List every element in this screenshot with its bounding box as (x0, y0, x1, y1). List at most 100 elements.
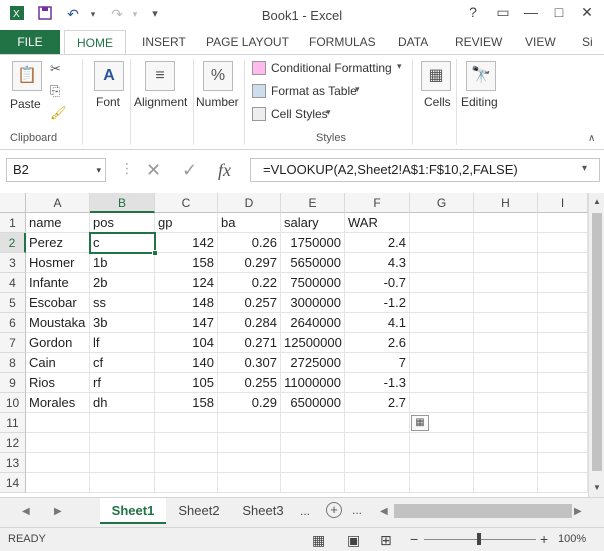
zoom-slider-thumb[interactable] (477, 533, 481, 545)
vertical-scrollbar[interactable]: ▲ ▼ (588, 193, 604, 497)
cell-c4[interactable]: 124 (155, 273, 218, 293)
cell-f5[interactable]: -1.2 (345, 293, 410, 313)
cell-d14[interactable] (218, 473, 281, 493)
cell-f1[interactable]: WAR (345, 213, 410, 233)
cell-f2[interactable]: 2.4 (345, 233, 410, 253)
cell-g12[interactable] (410, 433, 474, 453)
cell-e4[interactable]: 7500000 (281, 273, 345, 293)
cell-b12[interactable] (90, 433, 155, 453)
minimize-button[interactable]: — (520, 4, 542, 20)
hscroll-left-icon[interactable]: ◀ (380, 506, 388, 517)
zoom-level[interactable]: 100% (558, 533, 586, 545)
more-sheets[interactable]: ... (300, 504, 310, 518)
cell-h10[interactable] (474, 393, 538, 413)
cell-b14[interactable] (90, 473, 155, 493)
row-header-2[interactable]: 2 (0, 233, 26, 253)
column-header-f[interactable]: F (345, 193, 410, 213)
expand-formula-bar-icon[interactable]: ▾ (582, 163, 587, 174)
cell-b13[interactable] (90, 453, 155, 473)
fill-handle[interactable] (152, 250, 158, 256)
paste-icon[interactable]: 📋 (12, 61, 42, 91)
scroll-down-icon[interactable]: ▼ (593, 483, 601, 492)
cell-b6[interactable]: 3b (90, 313, 155, 333)
cell-h8[interactable] (474, 353, 538, 373)
cell-a14[interactable] (26, 473, 90, 493)
cell-e1[interactable]: salary (281, 213, 345, 233)
cell-a10[interactable]: Morales (26, 393, 90, 413)
row-header-9[interactable]: 9 (0, 373, 26, 393)
sheet-tab-sheet3[interactable]: Sheet3 (232, 498, 294, 524)
font-button[interactable]: Font (96, 95, 120, 109)
cell-c1[interactable]: gp (155, 213, 218, 233)
cell-i2[interactable] (538, 233, 588, 253)
alignment-icon[interactable]: ≡ (145, 61, 175, 91)
cell-b10[interactable]: dh (90, 393, 155, 413)
worksheet-grid[interactable]: A B C D E F G H I 1 name pos gp ba salary WAR 2 Perez c 142… (0, 193, 588, 497)
row-header-12[interactable]: 12 (0, 433, 26, 453)
normal-view-icon[interactable]: ▦ (312, 532, 325, 549)
cell-e11[interactable] (281, 413, 345, 433)
cell-f8[interactable]: 7 (345, 353, 410, 373)
cell-g1[interactable] (410, 213, 474, 233)
cell-c8[interactable]: 140 (155, 353, 218, 373)
cell-h3[interactable] (474, 253, 538, 273)
cell-e8[interactable]: 2725000 (281, 353, 345, 373)
cell-a8[interactable]: Cain (26, 353, 90, 373)
cells-icon[interactable]: ▦ (421, 61, 451, 91)
zoom-out-icon[interactable]: − (410, 531, 418, 547)
cell-c6[interactable]: 147 (155, 313, 218, 333)
cell-e2[interactable]: 1750000 (281, 233, 345, 253)
cell-f14[interactable] (345, 473, 410, 493)
cell-d11[interactable] (218, 413, 281, 433)
cell-i10[interactable] (538, 393, 588, 413)
cell-i3[interactable] (538, 253, 588, 273)
cell-d1[interactable]: ba (218, 213, 281, 233)
cell-d13[interactable] (218, 453, 281, 473)
column-header-d[interactable]: D (218, 193, 281, 213)
cell-d3[interactable]: 0.297 (218, 253, 281, 273)
row-header-1[interactable]: 1 (0, 213, 26, 233)
cell-h1[interactable] (474, 213, 538, 233)
cell-i1[interactable] (538, 213, 588, 233)
tab-home[interactable]: HOME (64, 30, 126, 55)
tab-data[interactable]: DATA (398, 30, 428, 54)
cell-c13[interactable] (155, 453, 218, 473)
more-sheets[interactable]: ... (352, 503, 362, 517)
enter-check-icon[interactable]: ✓ (182, 160, 197, 181)
cell-b7[interactable]: lf (90, 333, 155, 353)
cell-g14[interactable] (410, 473, 474, 493)
cell-h9[interactable] (474, 373, 538, 393)
page-layout-view-icon[interactable]: ▣ (347, 532, 360, 549)
cell-h2[interactable] (474, 233, 538, 253)
cell-g8[interactable] (410, 353, 474, 373)
cell-i8[interactable] (538, 353, 588, 373)
cell-h6[interactable] (474, 313, 538, 333)
column-header-h[interactable]: H (474, 193, 538, 213)
number-button[interactable]: Number (196, 95, 239, 109)
cell-e12[interactable] (281, 433, 345, 453)
sheet-next-icon[interactable]: ▶ (54, 506, 62, 517)
cell-d4[interactable]: 0.22 (218, 273, 281, 293)
cell-e10[interactable]: 6500000 (281, 393, 345, 413)
font-icon[interactable]: A (94, 61, 124, 91)
row-header-8[interactable]: 8 (0, 353, 26, 373)
cell-h7[interactable] (474, 333, 538, 353)
column-header-g[interactable]: G (410, 193, 474, 213)
cut-icon[interactable]: ✂ (50, 61, 61, 77)
sheet-tab-sheet1[interactable]: Sheet1 (100, 498, 166, 524)
cell-d10[interactable]: 0.29 (218, 393, 281, 413)
cell-b1[interactable]: pos (90, 213, 155, 233)
cell-a3[interactable]: Hosmer (26, 253, 90, 273)
tab-page-layout[interactable]: PAGE LAYOUT (206, 30, 289, 54)
sheet-tab-sheet2[interactable]: Sheet2 (168, 498, 230, 524)
cell-b8[interactable]: cf (90, 353, 155, 373)
number-format-icon[interactable]: % (203, 61, 233, 91)
tab-formulas[interactable]: FORMULAS (309, 30, 376, 54)
sheet-prev-icon[interactable]: ◀ (22, 506, 30, 517)
hscroll-right-icon[interactable]: ▶ (574, 506, 582, 517)
cell-c11[interactable] (155, 413, 218, 433)
cell-d8[interactable]: 0.307 (218, 353, 281, 373)
scroll-thumb[interactable] (592, 213, 602, 471)
page-break-view-icon[interactable]: ⊞ (380, 532, 392, 549)
row-header-11[interactable]: 11 (0, 413, 26, 433)
